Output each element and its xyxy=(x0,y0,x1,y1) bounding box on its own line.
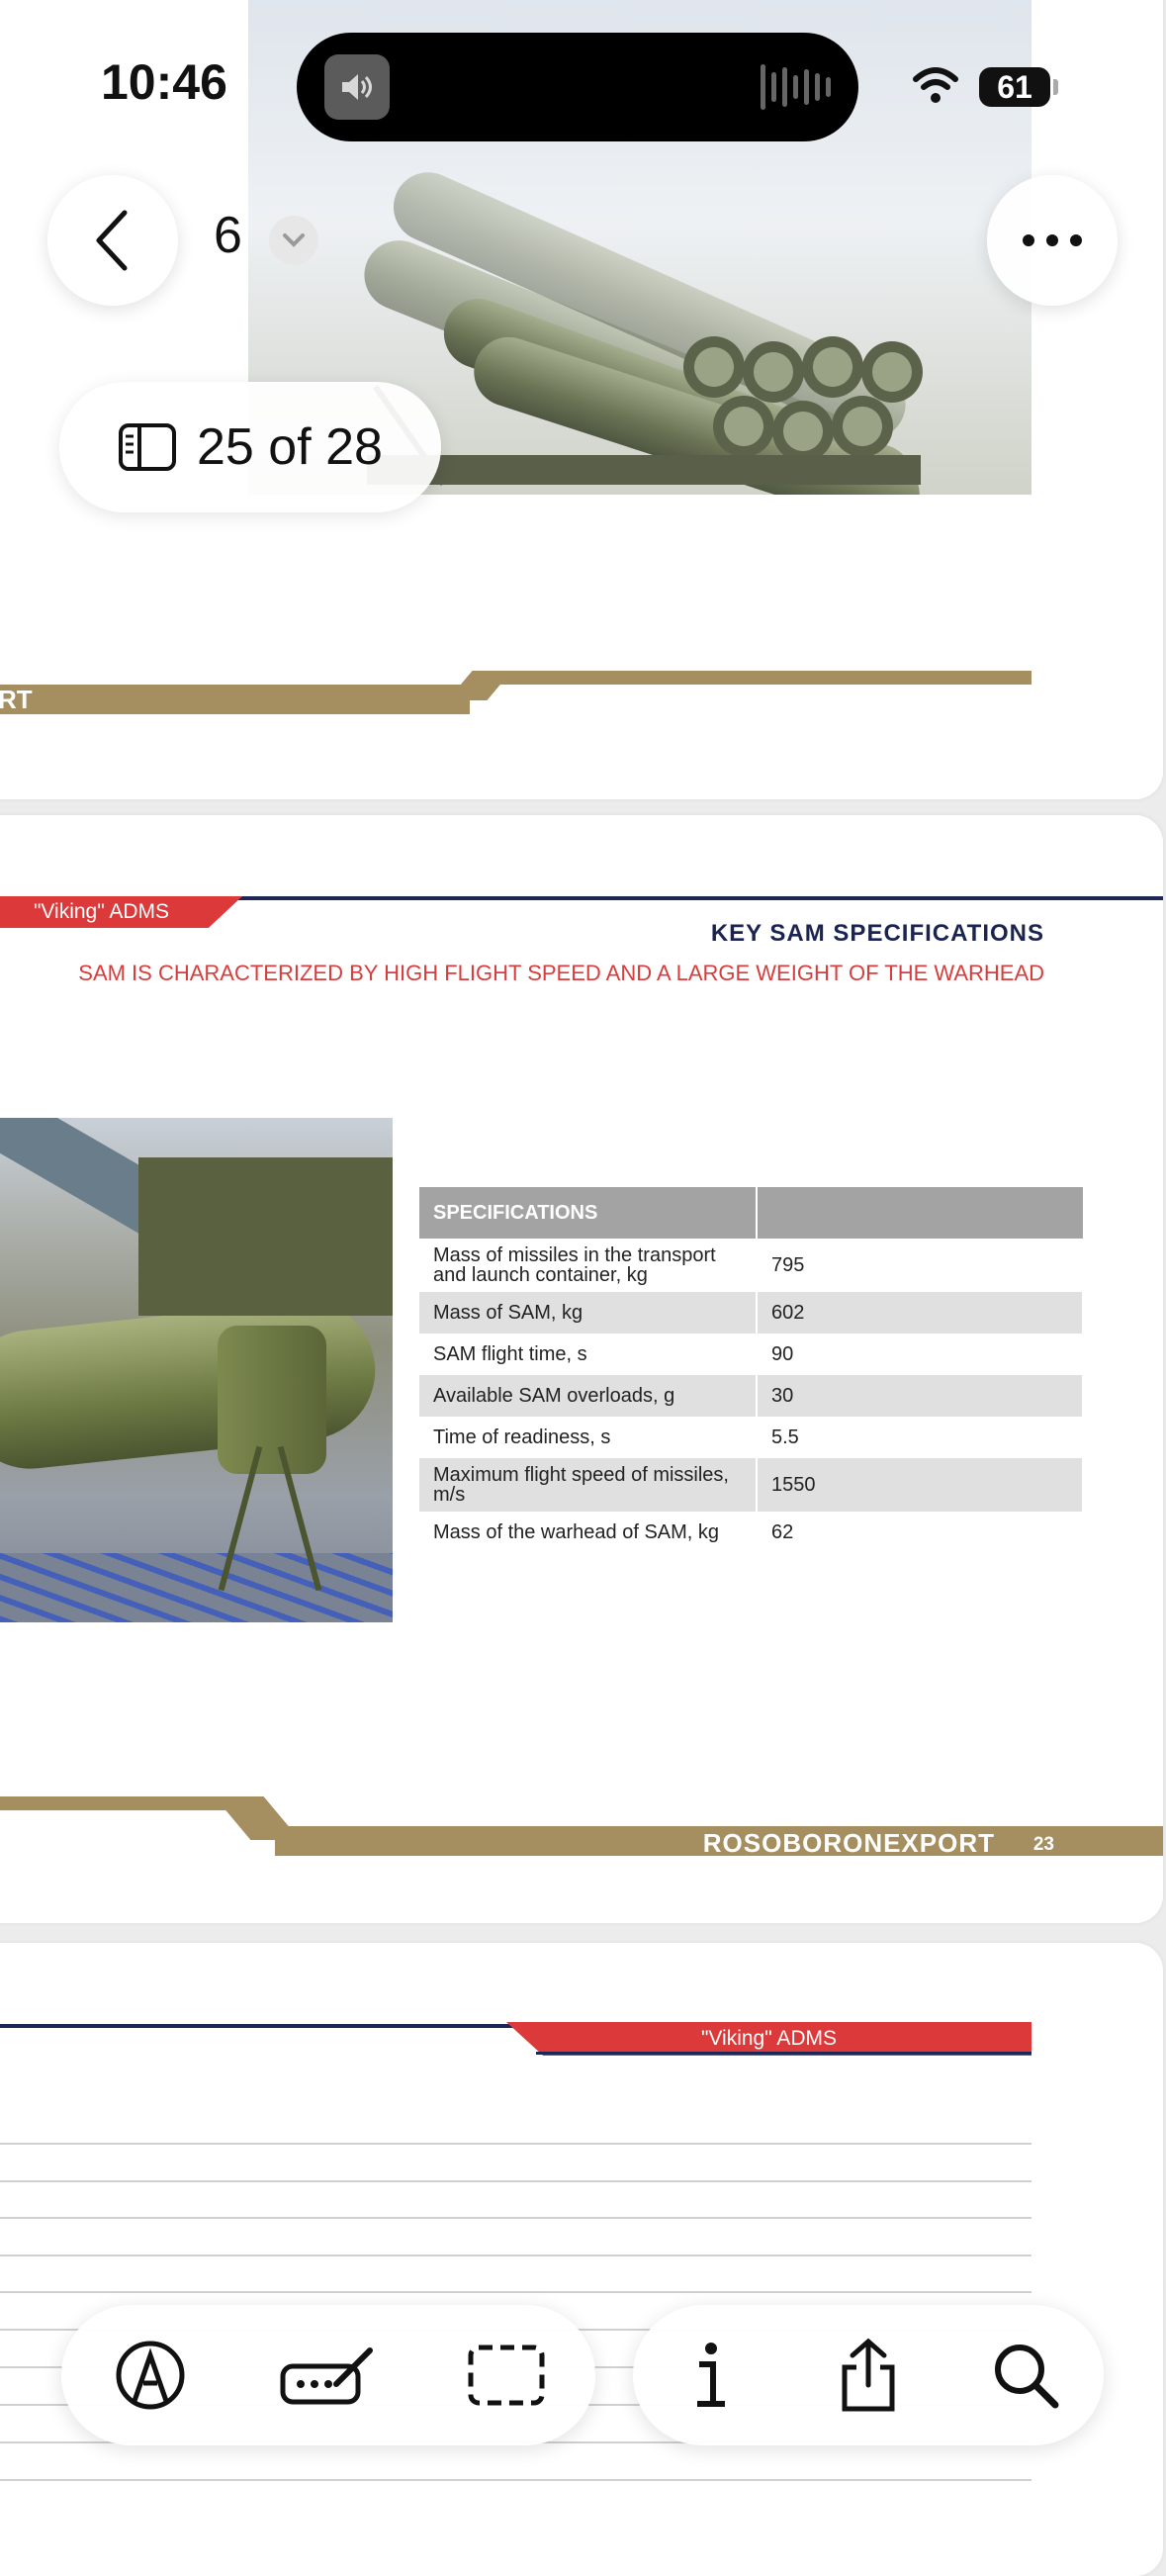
spec-value: 602 xyxy=(757,1292,1084,1334)
footer-page-number: 23 xyxy=(1032,1834,1054,1855)
speaker-icon xyxy=(324,54,390,120)
table-row: Mass of SAM, kg 602 xyxy=(419,1292,1084,1334)
table-row: Mass of missiles in the transport and la… xyxy=(419,1239,1084,1292)
next-page: "Viking" ADMS xyxy=(0,1943,1163,2576)
spec-name: Mass of the warhead of SAM, kg xyxy=(419,1512,758,1553)
battery-tip xyxy=(1053,79,1058,95)
status-bar: 10:46 61 xyxy=(0,0,1166,168)
table-row: SAM flight time, s 90 xyxy=(419,1334,1084,1375)
ellipsis-icon xyxy=(1023,234,1082,246)
spec-value: 795 xyxy=(757,1239,1084,1292)
select-region-button[interactable] xyxy=(452,2321,561,2430)
section-tab: "Viking" ADMS xyxy=(506,2022,1031,2056)
table-row: Time of readiness, s 5.5 xyxy=(419,1417,1084,1458)
page-subtitle: SAM IS CHARACTERIZED BY HIGH FLIGHT SPEE… xyxy=(78,961,1044,985)
action-toolbar xyxy=(633,2305,1104,2445)
spec-name: SAM flight time, s xyxy=(419,1334,758,1375)
spec-value: 1550 xyxy=(757,1458,1084,1512)
table-row: Available SAM overloads, g 30 xyxy=(419,1375,1084,1417)
spec-name: Mass of missiles in the transport and la… xyxy=(419,1239,758,1292)
page-title: KEY SAM SPECIFICATIONS xyxy=(710,920,1044,947)
wifi-icon xyxy=(912,65,959,110)
page-menu-button[interactable] xyxy=(269,216,318,265)
more-options-button[interactable] xyxy=(987,175,1118,306)
chevron-down-icon xyxy=(283,233,305,247)
search-icon xyxy=(994,2345,1059,2409)
share-icon xyxy=(842,2338,895,2412)
dynamic-island xyxy=(297,33,858,141)
missile-photo xyxy=(0,1118,393,1622)
share-button[interactable] xyxy=(814,2321,923,2430)
autofill-icon xyxy=(280,2347,373,2405)
band-label: RT xyxy=(0,685,33,714)
spec-value: 62 xyxy=(757,1512,1084,1553)
document-page: "Viking" ADMS KEY SAM SPECIFICATIONS SAM… xyxy=(0,815,1163,1923)
battery-indicator: 61 xyxy=(979,67,1050,107)
markup-button[interactable] xyxy=(96,2321,205,2430)
info-icon xyxy=(697,2343,726,2407)
spec-value: 30 xyxy=(757,1375,1084,1417)
select-region-icon xyxy=(468,2345,545,2406)
spec-value: 5.5 xyxy=(757,1417,1084,1458)
info-button[interactable] xyxy=(657,2321,765,2430)
audio-waveform-icon xyxy=(761,62,831,112)
spec-name: Maximum flight speed of missiles, m/s xyxy=(419,1458,758,1512)
section-tab: "Viking" ADMS xyxy=(0,896,242,928)
page-counter: 25 of 28 xyxy=(197,418,383,476)
clock: 10:46 xyxy=(101,54,227,110)
edit-toolbar xyxy=(61,2305,595,2445)
spec-value: 90 xyxy=(757,1334,1084,1375)
table-header: SPECIFICATIONS xyxy=(419,1187,758,1239)
specifications-table: SPECIFICATIONS Mass of missiles in the t… xyxy=(419,1187,1084,1553)
page-number[interactable]: 6 xyxy=(214,206,242,265)
spec-name: Available SAM overloads, g xyxy=(419,1375,758,1417)
table-header xyxy=(757,1187,1083,1239)
markup-icon xyxy=(116,2341,185,2410)
spec-name: Mass of SAM, kg xyxy=(419,1292,758,1334)
spec-name: Time of readiness, s xyxy=(419,1417,758,1458)
table-row: Mass of the warhead of SAM, kg 62 xyxy=(419,1512,1084,1553)
sidebar-icon xyxy=(119,423,177,471)
chevron-left-icon xyxy=(96,210,128,271)
back-button[interactable] xyxy=(47,175,178,306)
autofill-button[interactable] xyxy=(274,2321,383,2430)
footer-brand: ROSOBORONEXPORT xyxy=(702,1828,995,1858)
page-counter-button[interactable]: 25 of 28 xyxy=(59,382,441,512)
table-row: Maximum flight speed of missiles, m/s 15… xyxy=(419,1458,1084,1512)
search-button[interactable] xyxy=(971,2321,1080,2430)
